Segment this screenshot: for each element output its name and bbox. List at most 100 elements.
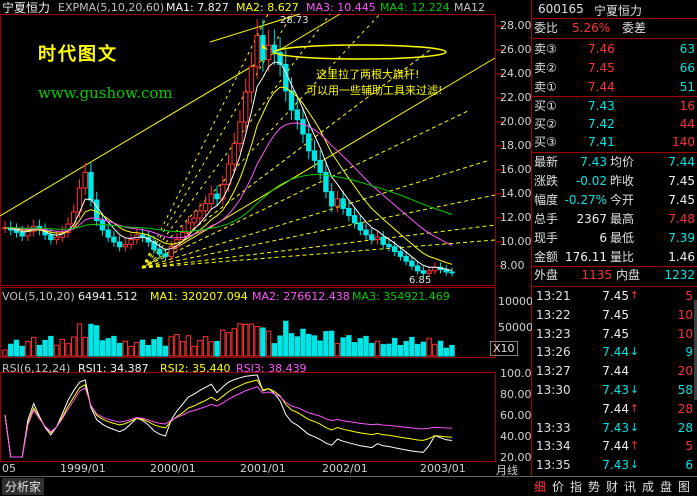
tab-2[interactable]: 指 (570, 478, 582, 495)
tab-4[interactable]: 财 (606, 478, 618, 495)
bid-row: 买③ 7.41 140 (532, 133, 697, 151)
quote-code: 600165 (538, 2, 584, 16)
tick-price: 7.45 (602, 289, 629, 303)
volume-bar (139, 339, 146, 357)
stat-label-2: 最高 (610, 212, 635, 226)
volume-bar (340, 337, 346, 357)
webi-label: 委比 (534, 21, 559, 35)
quote-name: 宁夏恒力 (594, 4, 643, 18)
tick-row[interactable]: 7.44 ↑ 28 (532, 400, 697, 418)
kline-chart[interactable] (0, 0, 532, 476)
tab-0[interactable]: 细 (534, 478, 546, 495)
stat-value-2: 7.45 (668, 174, 695, 188)
vol-unit: X10 (490, 341, 518, 356)
tick-row[interactable]: 13:27 7.44 20 (532, 362, 697, 380)
tick-row[interactable]: 13:26 7.44 ↓ 9 (532, 343, 697, 361)
tick-vol: 10 (677, 307, 693, 322)
volume-bars (2, 320, 455, 357)
tick-row[interactable]: 13:22 7.45 10 (532, 306, 697, 324)
candle-body (426, 270, 432, 274)
candle-body (208, 193, 215, 205)
volume-bar (42, 339, 48, 357)
tick-row[interactable]: 13:30 7.43 ↓ 58 (532, 381, 697, 399)
arrow-down-icon: ↓ (629, 458, 639, 472)
stat-label-2: 最低 (610, 231, 635, 245)
volume-bar (432, 343, 438, 357)
candle-body (351, 215, 358, 224)
candle-body (369, 234, 375, 241)
vol-label: VOL(5,10,20) (2, 290, 75, 303)
candle-body (242, 91, 249, 123)
rsi-label: RSI(6,12,24) (2, 362, 71, 375)
bid-vol: 140 (672, 135, 695, 149)
tick-row[interactable]: 13:21 7.45 ↑ 5 (532, 287, 697, 305)
stat-value-1: 176.11 (565, 250, 607, 264)
tick-row[interactable]: 13:33 7.43 ↓ 28 (532, 419, 697, 437)
volume-bar (48, 335, 54, 357)
bid-vol: 16 (679, 99, 695, 113)
candle-body (202, 203, 209, 212)
outer-label: 外盘 (534, 268, 559, 282)
tick-price: 7.44 (602, 345, 629, 360)
ask-price: 7.45 (588, 61, 615, 75)
price-tick: 28.00 (500, 19, 532, 32)
tick-time: 13:21 (536, 289, 571, 303)
candle-body (128, 239, 134, 245)
candle-body (403, 255, 409, 262)
volume-bar (53, 344, 60, 357)
tab-1[interactable]: 价 (552, 478, 564, 495)
volume-bar (374, 340, 381, 357)
candle-body (420, 270, 427, 274)
volume-bar (71, 336, 77, 357)
ask-vol: 63 (679, 42, 695, 56)
rsi-tick: 80.00 (500, 388, 532, 401)
ask-row: 卖③ 7.46 63 (532, 40, 697, 59)
tick-row[interactable]: 13:34 7.44 ↑ 5 (532, 437, 697, 455)
tick-row[interactable]: 13:23 7.45 10 (532, 325, 697, 343)
bottom-tab-analyst[interactable]: 分析家 (2, 478, 45, 495)
stat-row: 幅度 -0.27% 今开 7.45 (532, 191, 697, 210)
tick-time: 13:30 (536, 383, 571, 397)
volume-bar (145, 344, 151, 357)
tick-row[interactable]: 13:35 7.43 ↓ 6 (532, 456, 697, 474)
tick-vol: 28 (677, 401, 693, 416)
volume-bar (260, 327, 266, 357)
volume-bar (185, 335, 192, 357)
tab-3[interactable]: 势 (588, 478, 600, 495)
volume-bar (357, 338, 364, 357)
volume-bar (323, 331, 329, 357)
bid-label: 买③ (534, 135, 557, 149)
date-prefix: 05 (2, 462, 16, 475)
tab-6[interactable]: 成 (642, 478, 654, 495)
stock-terminal: 宁夏恒力 EXPMA(5,10,20,60) MA1: 7.827 MA2: 8… (0, 0, 697, 496)
candle-body (191, 217, 197, 224)
volume-bar (311, 335, 318, 357)
peak-label: 28.73 (280, 15, 309, 26)
price-tick: 22.00 (500, 91, 532, 104)
stat-value-1: -0.27% (564, 193, 607, 207)
tick-time: 13:34 (536, 439, 571, 454)
stat-row: 涨跌 -0.02 昨收 7.45 (532, 172, 697, 191)
candle-body (231, 143, 237, 165)
tab-8[interactable]: 图 (678, 478, 690, 495)
price-tick: 20.00 (500, 115, 532, 128)
date-label-1999: 1999/01 (60, 462, 106, 475)
volume-bar (300, 328, 306, 357)
ask-vol: 66 (679, 61, 695, 75)
tab-5[interactable]: 讯 (624, 478, 636, 495)
volume-bar (363, 335, 369, 357)
date-label-2001: 2001/01 (240, 462, 286, 475)
ask-label: 卖② (534, 61, 557, 75)
volume-bar (294, 336, 300, 357)
volume-bar (317, 340, 323, 357)
date-label-2000: 2000/01 (150, 462, 196, 475)
tick-vol: 58 (677, 383, 693, 397)
ask-price: 7.46 (588, 42, 615, 56)
watermark-url: www.gushow.com (38, 84, 173, 102)
candle-body (294, 109, 300, 121)
volume-bar (30, 336, 37, 357)
volume-bar (13, 339, 20, 357)
tab-7[interactable]: 盘 (660, 478, 672, 495)
outer-inner-row: 外盘 1135 内盘 1232 (532, 266, 697, 284)
arrow-up-icon: ↑ (629, 289, 639, 302)
